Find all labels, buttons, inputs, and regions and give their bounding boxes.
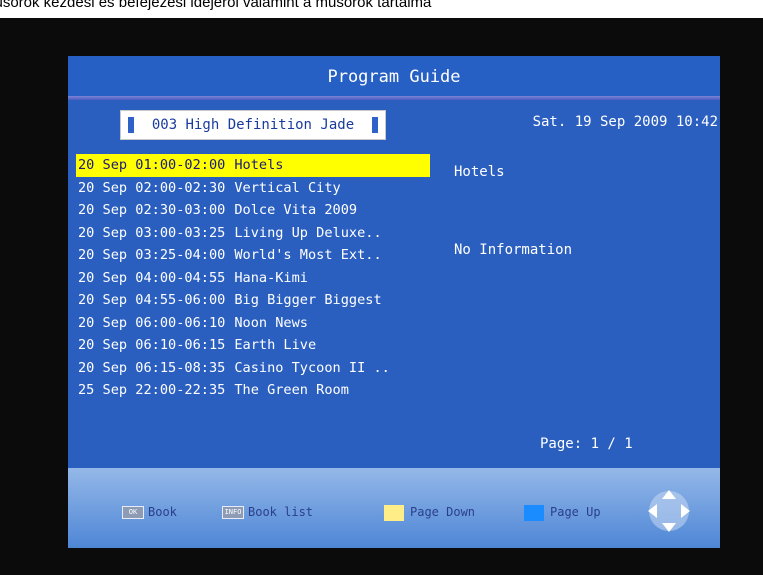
program-detail-title: Hotels <box>454 164 505 180</box>
overlay-caption: műsorok kezdési és befejezési idejéről v… <box>0 0 763 18</box>
program-name: Hana-Kimi <box>234 269 308 286</box>
program-time: 20 Sep 06:10-06:15 <box>78 337 226 353</box>
arrow-left-icon[interactable] <box>128 117 134 133</box>
page-up-button[interactable]: Page Up <box>524 504 601 521</box>
dpad-arrows-icon <box>648 490 690 532</box>
program-time: 25 Sep 22:00-22:35 <box>78 382 226 398</box>
program-row[interactable]: 20 Sep 06:15-08:35 Casino Tycoon II .. <box>76 357 436 380</box>
book-list-button[interactable]: INFO Book list <box>222 504 313 520</box>
program-name: Dolce Vita 2009 <box>234 202 358 218</box>
program-time: 20 Sep 02:30-03:00 <box>78 202 226 218</box>
current-datetime: Sat. 19 Sep 2009 10:42 <box>532 114 718 130</box>
book-label: Book <box>148 505 177 519</box>
blue-key-icon <box>524 504 544 521</box>
program-time: 20 Sep 04:55-06:00 <box>78 292 226 308</box>
program-time: 20 Sep 04:00-04:55 <box>78 269 226 286</box>
footer-bar: OK Book INFO Book list Page Down Page Up <box>68 468 720 548</box>
program-row[interactable]: 20 Sep 06:00-06:10 Noon News <box>76 312 436 335</box>
program-time: 20 Sep 03:25-04:00 <box>78 247 226 263</box>
program-row[interactable]: 25 Sep 22:00-22:35 The Green Room <box>76 379 436 402</box>
program-row[interactable]: 20 Sep 06:10-06:15 Earth Live <box>76 334 436 357</box>
program-detail-info: No Information <box>454 242 573 258</box>
program-name: Big Bigger Biggest <box>234 292 382 308</box>
book-button[interactable]: OK Book <box>122 504 177 520</box>
program-row[interactable]: 20 Sep 04:55-06:00 Big Bigger Biggest <box>76 289 436 312</box>
page-up-label: Page Up <box>550 505 601 519</box>
program-row[interactable]: 20 Sep 01:00-02:00 Hotels <box>76 154 430 177</box>
program-name: Casino Tycoon II .. <box>234 359 390 376</box>
program-time: 20 Sep 03:00-03:25 <box>78 224 226 241</box>
program-time: 20 Sep 06:15-08:35 <box>78 359 226 376</box>
program-name: Earth Live <box>234 337 317 353</box>
page-indicator: Page: 1 / 1 <box>540 436 633 452</box>
program-name: Living Up Deluxe.. <box>234 224 382 241</box>
ok-key-icon: OK <box>122 506 144 519</box>
page-title: Program Guide <box>68 56 720 96</box>
program-name: Hotels <box>234 157 284 173</box>
page-down-button[interactable]: Page Down <box>384 504 476 521</box>
program-name: Noon News <box>234 314 308 331</box>
program-time: 20 Sep 02:00-02:30 <box>78 179 226 196</box>
program-row[interactable]: 20 Sep 03:00-03:25 Living Up Deluxe.. <box>76 222 436 245</box>
channel-selector[interactable]: 003 High Definition Jade <box>120 110 386 140</box>
program-time: 20 Sep 06:00-06:10 <box>78 314 226 331</box>
program-row[interactable]: 20 Sep 02:00-02:30 Vertical City <box>76 177 436 200</box>
program-name: Vertical City <box>234 179 341 196</box>
title-divider <box>68 96 720 100</box>
program-name: World's Most Ext.. <box>234 247 382 263</box>
book-list-label: Book list <box>248 505 314 519</box>
program-list: 20 Sep 01:00-02:00 Hotels 20 Sep 02:00-02:… <box>76 154 436 402</box>
program-time: 20 Sep 01:00-02:00 <box>78 157 226 173</box>
info-key-icon: INFO <box>222 506 244 519</box>
program-name: The Green Room <box>234 382 349 398</box>
channel-name: 003 High Definition Jade <box>151 117 355 133</box>
program-guide-screen: Program Guide 003 High Definition Jade S… <box>68 56 720 548</box>
page-down-label: Page Down <box>410 505 476 519</box>
yellow-key-icon <box>384 504 404 521</box>
program-row[interactable]: 20 Sep 03:25-04:00 World's Most Ext.. <box>76 244 436 267</box>
program-row[interactable]: 20 Sep 04:00-04:55 Hana-Kimi <box>76 267 436 290</box>
program-row[interactable]: 20 Sep 02:30-03:00 Dolce Vita 2009 <box>76 199 436 222</box>
arrow-right-icon[interactable] <box>372 117 378 133</box>
